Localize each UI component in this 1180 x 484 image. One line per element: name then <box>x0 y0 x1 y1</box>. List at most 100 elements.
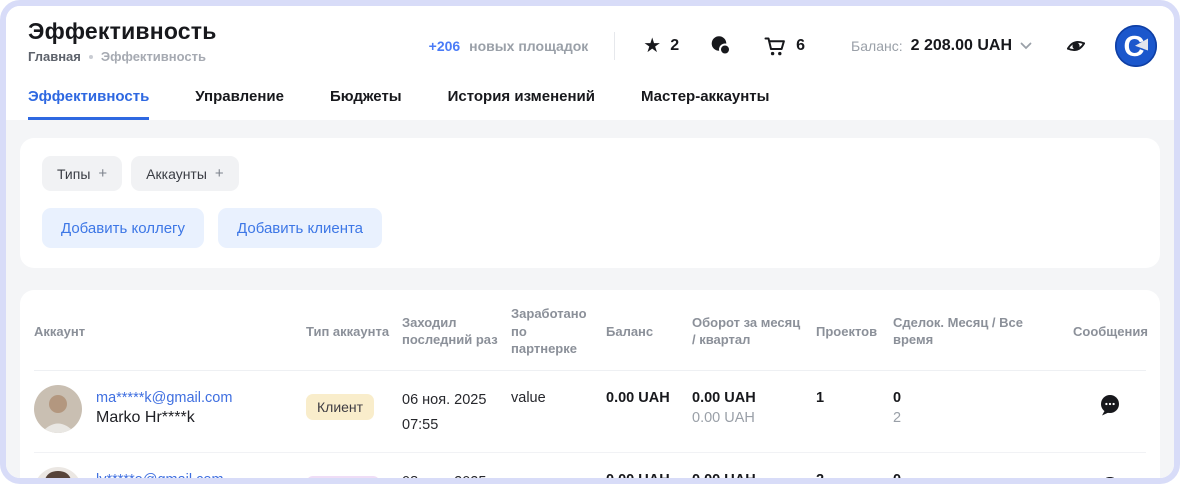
app-window: Эффективность Главная Эффективность +206… <box>0 0 1180 484</box>
account-text: ly*****o@gmail.com Lyudmyla Fe****o <box>96 472 224 484</box>
tab-master-accounts[interactable]: Мастер-аккаунты <box>641 88 769 120</box>
last-visit-time: 07:55 <box>402 415 501 436</box>
plus-icon: + <box>98 165 107 182</box>
tab-management[interactable]: Управление <box>195 88 284 120</box>
balance-label: Баланс: <box>851 38 903 54</box>
balance-dropdown[interactable]: Баланс: 2 208.00 UAH <box>851 37 1032 55</box>
new-sites-link[interactable]: +206 новых площадок <box>429 38 589 54</box>
avatar <box>34 385 82 433</box>
col-account-type: Тип аккаунта <box>306 323 402 341</box>
plus-icon: + <box>215 165 224 182</box>
col-balance: Баланс <box>606 323 692 341</box>
turnover-month: 0.00 UAH <box>692 390 806 406</box>
cart-button[interactable]: 6 <box>763 34 805 58</box>
header-divider <box>614 32 615 60</box>
new-sites-label: новых площадок <box>469 38 588 54</box>
projects-count: 2 <box>816 472 883 484</box>
cell-turnover: 0.00 UAH 0.00 UAH <box>692 467 816 484</box>
account-email-link[interactable]: ma*****k@gmail.com <box>96 390 232 406</box>
filter-chip-accounts[interactable]: Аккаунты + <box>131 156 239 191</box>
balance-amount: 0.00 UAH <box>606 390 682 406</box>
cell-projects: 2 <box>816 467 893 484</box>
cell-last-visit: 08 ноя. 2025 17:12 <box>402 467 511 484</box>
star-icon: ★ <box>643 36 661 56</box>
cell-turnover: 0.00 UAH 0.00 UAH <box>692 385 816 426</box>
cell-partner-earned: — <box>511 467 606 484</box>
col-turnover: Оборот за месяц / квартал <box>692 314 816 349</box>
cell-partner-earned: value <box>511 385 606 406</box>
app-logo[interactable]: C <box>1114 24 1158 68</box>
add-client-button[interactable]: Добавить клиента <box>218 208 382 248</box>
cell-account-type: Коллега <box>306 467 402 484</box>
cell-projects: 1 <box>816 385 893 406</box>
eye-refresh-icon <box>1064 34 1088 58</box>
title-block: Эффективность Главная Эффективность <box>28 18 217 64</box>
chevron-down-icon <box>1020 42 1032 50</box>
turnover-quarter: 0.00 UAH <box>692 410 806 426</box>
favorites-button[interactable]: ★ 2 <box>643 36 679 56</box>
cell-balance: 0.00 UAH <box>606 467 692 484</box>
new-sites-count: +206 <box>429 38 461 54</box>
breadcrumb: Главная Эффективность <box>28 49 217 64</box>
account-name: Marko Hr****k <box>96 409 232 427</box>
cell-balance: 0.00 UAH <box>606 385 692 406</box>
table-row: ly*****o@gmail.com Lyudmyla Fe****o Колл… <box>34 453 1146 484</box>
account-type-badge: Клиент <box>306 394 374 420</box>
message-button[interactable] <box>1098 393 1122 417</box>
projects-count: 1 <box>816 390 883 406</box>
account-text: ma*****k@gmail.com Marko Hr****k <box>96 390 232 427</box>
account-type-badge: Коллега <box>306 476 380 484</box>
add-colleague-button[interactable]: Добавить коллегу <box>42 208 204 248</box>
filter-chip-types[interactable]: Типы + <box>42 156 122 191</box>
message-icon <box>1098 475 1122 484</box>
col-last-visit: Заходил последний раз <box>402 314 511 349</box>
avatar <box>34 467 82 484</box>
balance-value: 2 208.00 UAH <box>911 37 1012 55</box>
table-header-row: Аккаунт Тип аккаунта Заходил последний р… <box>34 292 1146 371</box>
message-icon <box>1098 393 1122 417</box>
page-title: Эффективность <box>28 18 217 45</box>
col-messages: Сообщения <box>1073 323 1148 341</box>
tab-effectiveness[interactable]: Эффективность <box>28 88 149 120</box>
last-visit-date: 08 ноя. 2025 <box>402 472 501 484</box>
message-button[interactable] <box>1098 475 1122 484</box>
cell-account-type: Клиент <box>306 385 402 420</box>
deals-all-time: 2 <box>893 410 1063 426</box>
favorites-count: 2 <box>670 37 679 55</box>
watch-mode-button[interactable] <box>1064 34 1088 58</box>
filter-chip-accounts-label: Аккаунты <box>146 166 207 182</box>
cell-deals: 0 0 <box>893 467 1073 484</box>
breadcrumb-home[interactable]: Главная <box>28 49 81 64</box>
col-deals: Сделок. Месяц / Все время <box>893 314 1073 349</box>
col-partner-earned: Заработано по партнерке <box>511 305 606 358</box>
account-email-link[interactable]: ly*****o@gmail.com <box>96 472 224 484</box>
cell-account: ma*****k@gmail.com Marko Hr****k <box>34 385 306 433</box>
chat-button[interactable] <box>709 34 733 58</box>
breadcrumb-current: Эффективность <box>101 49 206 64</box>
cart-count: 6 <box>796 37 805 55</box>
header-toolbar: +206 новых площадок ★ 2 <box>429 22 1158 70</box>
action-buttons: Добавить коллегу Добавить клиента <box>42 208 1138 248</box>
chat-bubbles-icon <box>709 34 733 58</box>
cell-messages <box>1073 385 1146 417</box>
page-header: Эффективность Главная Эффективность +206… <box>6 6 1174 70</box>
tab-budgets[interactable]: Бюджеты <box>330 88 402 120</box>
cell-account: ly*****o@gmail.com Lyudmyla Fe****o <box>34 467 306 484</box>
table-row: ma*****k@gmail.com Marko Hr****k Клиент … <box>34 371 1146 453</box>
tab-change-history[interactable]: История изменений <box>448 88 595 120</box>
cell-deals: 0 2 <box>893 385 1073 426</box>
accounts-table: Аккаунт Тип аккаунта Заходил последний р… <box>20 290 1160 484</box>
col-projects: Проектов <box>816 323 893 341</box>
deals-month: 0 <box>893 472 1063 484</box>
balance-amount: 0.00 UAH <box>606 472 682 484</box>
deals-month: 0 <box>893 390 1063 406</box>
page-content: Типы + Аккаунты + Добавить коллегу Добав… <box>6 120 1174 484</box>
filters-panel: Типы + Аккаунты + Добавить коллегу Добав… <box>20 138 1160 268</box>
cell-messages <box>1073 467 1146 484</box>
turnover-month: 0.00 UAH <box>692 472 806 484</box>
cell-last-visit: 06 ноя. 2025 07:55 <box>402 385 511 436</box>
last-visit-date: 06 ноя. 2025 <box>402 390 501 411</box>
tab-bar: Эффективность Управление Бюджеты История… <box>6 70 1174 120</box>
cart-icon <box>763 34 787 58</box>
col-account: Аккаунт <box>34 323 306 341</box>
